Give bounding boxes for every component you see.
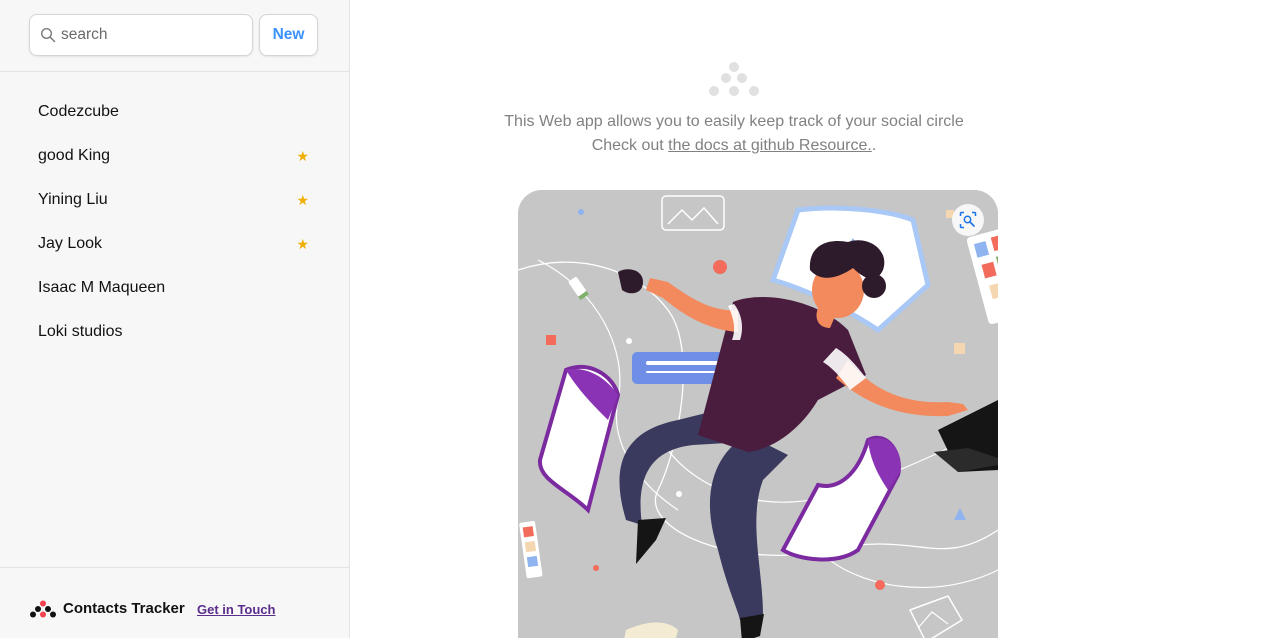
contact-name: Loki studios bbox=[38, 323, 123, 340]
docs-link[interactable]: the docs at github Resource. bbox=[668, 137, 872, 154]
app-brand-name: Contacts Tracker bbox=[63, 600, 185, 617]
contact-list-item[interactable]: Isaac M Maqueen bbox=[30, 266, 319, 310]
search-field[interactable] bbox=[29, 14, 253, 56]
contact-name: Isaac M Maqueen bbox=[38, 279, 166, 296]
intro-prefix: Check out bbox=[591, 137, 669, 154]
contact-list: Codezcube good King ★ Yining Liu ★ Jay Look ★ I… bbox=[0, 90, 349, 354]
contact-name: Yining Liu bbox=[38, 191, 108, 208]
visual-search-button[interactable] bbox=[952, 204, 984, 236]
contact-list-item[interactable]: good King ★ bbox=[30, 134, 319, 178]
main-content: This Web app allows you to easily keep t… bbox=[350, 0, 1281, 638]
intro-docs-line: Check out the docs at github Resource.. bbox=[350, 137, 1118, 155]
get-in-touch-link[interactable]: Get in Touch bbox=[197, 602, 275, 617]
contact-name: good King bbox=[38, 147, 111, 164]
contacts-logo-icon bbox=[709, 62, 759, 96]
favorite-star-icon: ★ bbox=[296, 235, 309, 252]
contact-list-item[interactable]: Jay Look ★ bbox=[30, 222, 319, 266]
hero-illustration bbox=[518, 190, 998, 638]
visual-search-icon bbox=[959, 211, 977, 229]
contacts-logo-icon bbox=[30, 600, 56, 618]
intro-suffix: . bbox=[871, 137, 877, 154]
new-contact-button[interactable]: New bbox=[259, 14, 318, 56]
favorite-star-icon: ★ bbox=[296, 191, 309, 208]
contact-list-item[interactable]: Codezcube bbox=[30, 90, 319, 134]
contact-list-item[interactable]: Loki studios bbox=[30, 310, 319, 354]
favorite-star-icon: ★ bbox=[296, 147, 309, 164]
contact-list-item[interactable]: Yining Liu ★ bbox=[30, 178, 319, 222]
floating-person-illustration bbox=[518, 190, 998, 638]
sidebar: New Codezcubegood King★Yining Liu★Jay Lo… bbox=[0, 0, 350, 638]
contact-name: Jay Look bbox=[38, 235, 103, 252]
contact-name: Codezcube bbox=[38, 103, 119, 120]
search-bar: New bbox=[0, 0, 349, 72]
sidebar-footer: Contacts Tracker Get in Touch bbox=[0, 567, 349, 638]
search-input[interactable] bbox=[61, 24, 246, 46]
search-icon bbox=[40, 27, 56, 43]
intro-text: This Web app allows you to easily keep t… bbox=[504, 113, 964, 130]
